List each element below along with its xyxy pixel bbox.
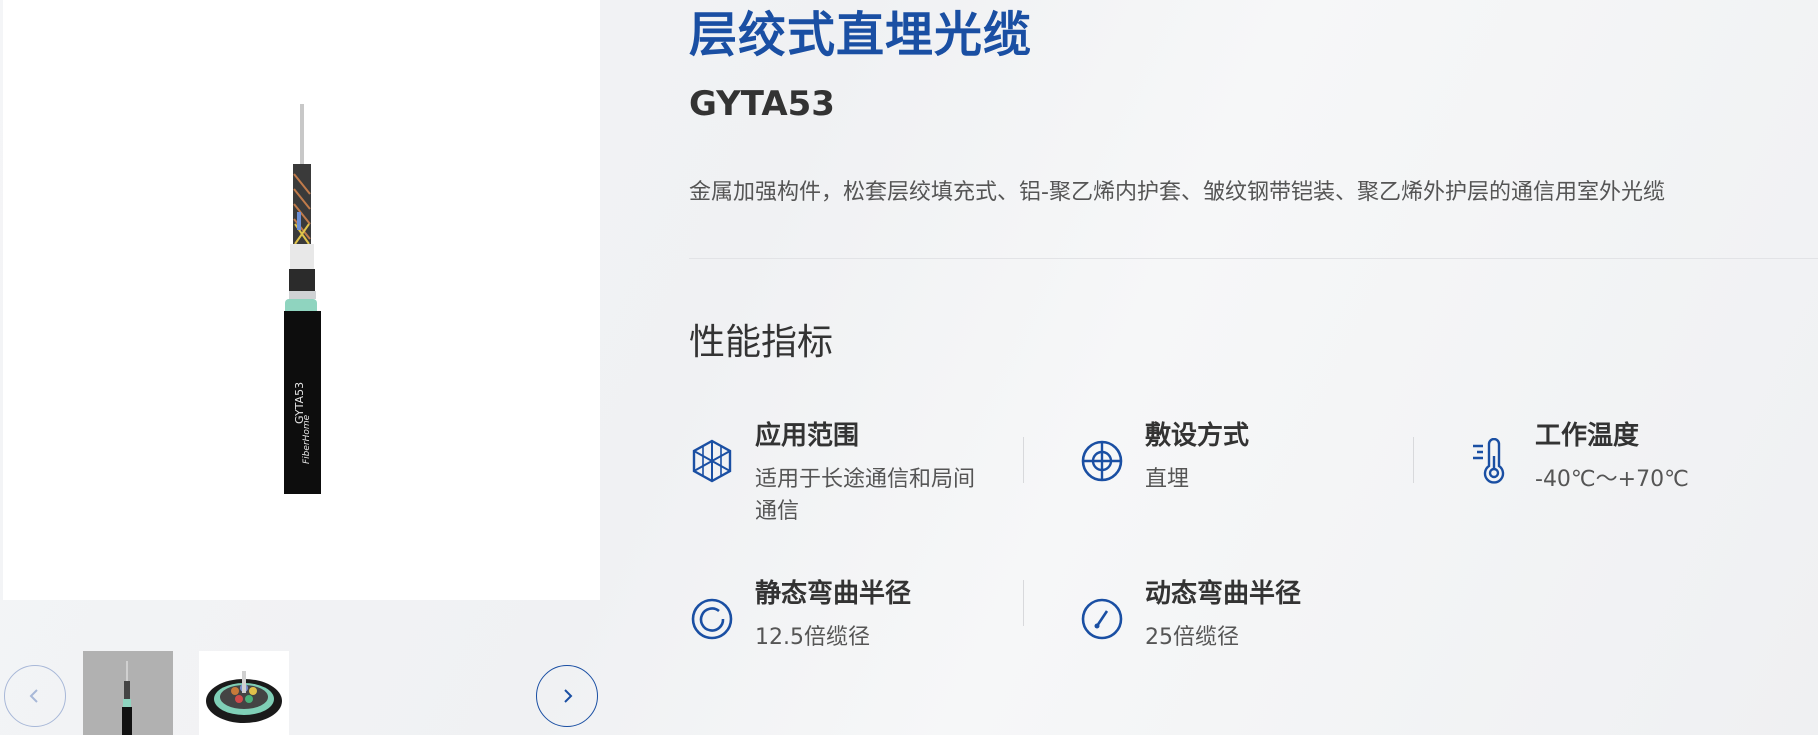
crosshair-icon bbox=[1081, 440, 1123, 482]
spec-application-scope: 应用范围 适用于长途通信和局间通信 bbox=[689, 418, 1019, 528]
spec-label: 工作温度 bbox=[1535, 421, 1640, 451]
product-description: 金属加强构件，松套层绞填充式、铝-聚乙烯内护套、皱纹钢带铠装、聚乙烯外护层的通信… bbox=[689, 180, 1665, 205]
cable-print-brand: FiberHome bbox=[302, 414, 312, 464]
cable-image: GYTA53 FiberHome bbox=[284, 104, 321, 494]
product-model: GYTA53 bbox=[689, 84, 835, 124]
cable-side-thumbnail-image bbox=[122, 661, 132, 735]
spec-value: 12.5倍缆径 bbox=[755, 625, 870, 650]
performance-section-title: 性能指标 bbox=[689, 322, 834, 363]
previous-image-button[interactable] bbox=[4, 665, 66, 727]
dynamic-bend-icon bbox=[1081, 598, 1123, 640]
next-image-button[interactable] bbox=[536, 665, 598, 727]
spec-operating-temperature: 工作温度 -40℃～+70℃ bbox=[1469, 418, 1799, 528]
spec-label: 动态弯曲半径 bbox=[1145, 579, 1302, 609]
spec-separator bbox=[1023, 580, 1024, 626]
product-title: 层绞式直埋光缆 bbox=[689, 7, 1033, 63]
spec-value: 适用于长途通信和局间通信 bbox=[755, 467, 976, 524]
network-icon bbox=[692, 439, 732, 483]
product-main-image: GYTA53 FiberHome bbox=[3, 0, 600, 600]
spec-separator bbox=[1023, 437, 1024, 483]
spec-laying-method: 敷设方式 直埋 bbox=[1079, 418, 1409, 528]
spec-label: 敷设方式 bbox=[1145, 421, 1250, 451]
spec-value: 25倍缆径 bbox=[1145, 625, 1239, 650]
spec-dynamic-bend-radius: 动态弯曲半径 25倍缆径 bbox=[1079, 576, 1409, 686]
spec-label: 应用范围 bbox=[755, 421, 860, 451]
spec-label: 静态弯曲半径 bbox=[755, 579, 912, 609]
thumbnail-cable-cross-section[interactable] bbox=[199, 651, 289, 735]
spec-value: 直埋 bbox=[1145, 467, 1190, 492]
thumbnail-strip bbox=[0, 651, 600, 735]
thumbnail-cable-side[interactable] bbox=[83, 651, 173, 735]
chevron-left-icon bbox=[29, 689, 38, 703]
divider bbox=[689, 258, 1818, 259]
thermometer-icon bbox=[1473, 438, 1505, 484]
chevron-right-icon bbox=[564, 689, 573, 703]
spec-static-bend-radius: 静态弯曲半径 12.5倍缆径 bbox=[689, 576, 1019, 686]
spec-value: -40℃～+70℃ bbox=[1535, 467, 1689, 492]
cable-cross-section-thumbnail-image bbox=[206, 671, 282, 723]
static-bend-icon bbox=[691, 598, 733, 640]
spec-separator bbox=[1413, 437, 1414, 483]
